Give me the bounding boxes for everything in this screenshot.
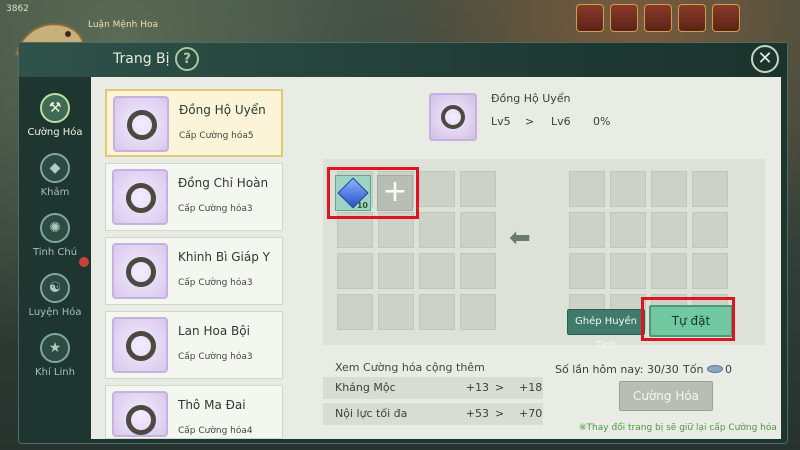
inventory-slot[interactable] <box>610 212 646 248</box>
tab-label: Luyện Hóa <box>28 307 82 318</box>
luyen-hoa-icon: ☯ <box>40 273 70 303</box>
pendant-icon <box>112 317 168 373</box>
stat-to: +18 <box>519 381 543 394</box>
list-item[interactable]: Đồng Chỉ Hoàn Cấp Cường hóa3 <box>105 163 283 231</box>
stat-arrow: > <box>495 407 505 420</box>
preview-level-from: Lv5 <box>491 115 511 128</box>
item-level: Cấp Cường hóa5 <box>179 131 254 141</box>
item-name: Đồng Chỉ Hoàn <box>178 176 269 190</box>
hud-top-icons <box>576 4 740 32</box>
currency-icon <box>707 365 723 373</box>
daily-count: Số lần hôm nay: 30/30 <box>555 363 679 376</box>
khi-linh-icon: ★ <box>40 333 70 363</box>
tab-luyen-hoa[interactable]: ☯ Luyện Hóa <box>19 273 91 331</box>
preview-percent: 0% <box>593 115 611 128</box>
content-area: Đồng Hộ Uyển Cấp Cường hóa5 Đồng Chỉ Hoà… <box>91 77 781 439</box>
stat-row: Kháng Mộc +13 > +18 <box>323 377 543 399</box>
material-slot[interactable] <box>460 171 496 207</box>
panel-title: Trang Bị <box>113 51 170 67</box>
material-slot[interactable] <box>337 294 373 330</box>
selected-item-icon <box>429 93 477 141</box>
footnote: ※Thay đổi trang bị sẽ giữ lại cấp Cường … <box>579 423 777 433</box>
tab-cuong-hoa[interactable]: ⚒ Cường Hóa <box>19 93 91 151</box>
activity-icon[interactable] <box>712 4 740 32</box>
close-button[interactable]: ✕ <box>751 45 779 73</box>
material-slot[interactable] <box>419 253 455 289</box>
inventory-slot[interactable] <box>692 253 728 289</box>
material-slot[interactable] <box>460 253 496 289</box>
material-slot[interactable] <box>419 171 455 207</box>
player-name: Luận Mệnh Hoa <box>88 20 159 30</box>
list-item[interactable]: Lan Hoa Bội Cấp Cường hóa3 <box>105 311 283 379</box>
inventory-slot[interactable] <box>610 171 646 207</box>
inventory-slot[interactable] <box>569 253 605 289</box>
tab-label: Tinh Chú <box>32 247 78 258</box>
material-slot[interactable] <box>337 253 373 289</box>
stats-title: Xem Cường hóa cộng thêm <box>335 361 485 374</box>
gift-icon[interactable] <box>678 4 706 32</box>
stat-from: +53 <box>465 407 489 420</box>
tab-label: Khí Linh <box>35 367 75 378</box>
highlight-box <box>327 167 419 219</box>
shop-icon[interactable] <box>610 4 638 32</box>
item-name: Đồng Hộ Uyển <box>179 103 266 117</box>
equipment-panel: Trang Bị ? ✕ ⚒ Cường Hóa ◆ Khảm ✺ Tinh C… <box>18 42 788 444</box>
tab-label: Khảm <box>40 187 70 198</box>
item-name: Thô Ma Đai <box>178 398 246 412</box>
inventory-slot[interactable] <box>651 171 687 207</box>
cuong-hoa-button[interactable]: Cường Hóa <box>619 381 713 411</box>
inventory-slot[interactable] <box>692 212 728 248</box>
stat-arrow: > <box>495 381 505 394</box>
item-level: Cấp Cường hóa4 <box>178 426 253 436</box>
stat-from: +13 <box>465 381 489 394</box>
item-name: Lan Hoa Bội <box>178 324 250 338</box>
tab-kham[interactable]: ◆ Khảm <box>19 153 91 211</box>
belt-icon <box>112 391 168 437</box>
material-slot[interactable] <box>460 212 496 248</box>
inventory-slot[interactable] <box>651 212 687 248</box>
material-slot[interactable] <box>419 212 455 248</box>
list-item[interactable]: Thô Ma Đai Cấp Cường hóa4 <box>105 385 283 439</box>
inventory-slot[interactable] <box>569 171 605 207</box>
arrow-left-icon: ⬅ <box>509 223 531 253</box>
reward-icon[interactable] <box>644 4 672 32</box>
list-item[interactable]: Khinh Bì Giáp Y Cấp Cường hóa3 <box>105 237 283 305</box>
highlight-box <box>641 297 735 341</box>
item-level: Cấp Cường hóa3 <box>178 278 253 288</box>
cuong-hoa-icon: ⚒ <box>40 93 70 123</box>
cost-value: 0 <box>725 363 732 376</box>
preview-name: Đồng Hộ Uyển <box>491 92 571 105</box>
kham-icon: ◆ <box>40 153 70 183</box>
preview-level-to: Lv6 <box>551 115 571 128</box>
inventory-slot[interactable] <box>651 253 687 289</box>
tab-khi-linh[interactable]: ★ Khí Linh <box>19 333 91 391</box>
tinh-chu-icon: ✺ <box>40 213 70 243</box>
item-name: Khinh Bì Giáp Y <box>178 250 270 264</box>
ring-icon <box>112 169 168 225</box>
ghep-huyen-tinh-button[interactable]: Ghép Huyền Tinh <box>567 309 645 351</box>
stat-name: Kháng Mộc <box>335 381 396 394</box>
panel-header: Trang Bị ? ✕ <box>19 43 787 77</box>
preview-arrow: > <box>525 115 535 128</box>
stat-row: Nội lực tối đa +53 > +70 <box>323 403 543 425</box>
material-slot[interactable] <box>460 294 496 330</box>
notification-dot <box>79 257 89 267</box>
item-level: Cấp Cường hóa3 <box>178 204 253 214</box>
list-item[interactable]: Đồng Hộ Uyển Cấp Cường hóa5 <box>105 89 283 157</box>
inventory-slot[interactable] <box>610 253 646 289</box>
material-slot[interactable] <box>378 294 414 330</box>
inventory-slot[interactable] <box>569 212 605 248</box>
armor-icon <box>112 243 168 299</box>
stat-name: Nội lực tối đa <box>335 407 408 420</box>
inventory-slot[interactable] <box>692 171 728 207</box>
help-button[interactable]: ? <box>175 47 199 71</box>
material-slot[interactable] <box>419 294 455 330</box>
tab-label: Cường Hóa <box>27 127 83 138</box>
bracer-icon <box>113 96 169 152</box>
item-level: Cấp Cường hóa3 <box>178 352 253 362</box>
material-slot[interactable] <box>378 253 414 289</box>
cost-label: Tốn <box>683 363 704 376</box>
stat-to: +70 <box>519 407 543 420</box>
event-icon[interactable] <box>576 4 604 32</box>
